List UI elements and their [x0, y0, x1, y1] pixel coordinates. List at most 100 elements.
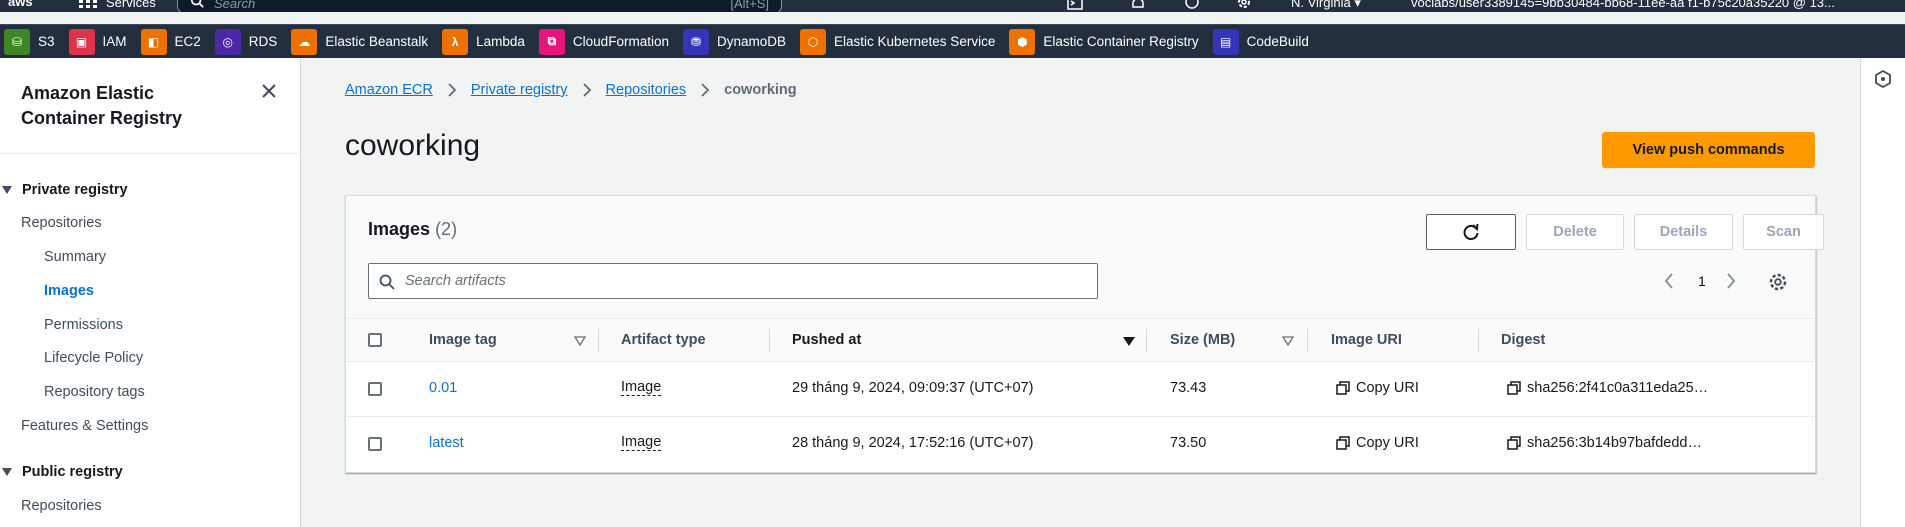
favorite-label: IAM — [102, 34, 127, 49]
region-selector[interactable]: N. Virginia ▾ — [1291, 0, 1361, 11]
favorite-label: CodeBuild — [1246, 34, 1309, 49]
cloudshell-icon[interactable] — [1067, 0, 1083, 10]
info-hexagon-icon[interactable] — [1874, 70, 1892, 88]
search-placeholder: Search — [214, 0, 256, 11]
search-artifacts-input[interactable] — [405, 264, 1085, 298]
account-menu[interactable]: voclabs/user3389145=9bb30484-bb68-11ee-a… — [1411, 0, 1835, 10]
notifications-icon[interactable] — [1130, 0, 1146, 10]
global-search-input[interactable]: Search [Alt+S] — [177, 0, 782, 12]
copy-uri-button[interactable]: Copy URI — [1336, 380, 1419, 396]
image-size: 73.50 — [1170, 435, 1207, 451]
row-checkbox[interactable] — [368, 382, 382, 396]
favorite-label: Elastic Container Registry — [1043, 34, 1199, 49]
scan-button[interactable]: Scan — [1743, 214, 1824, 250]
select-all-checkbox[interactable] — [368, 333, 382, 347]
images-count: (2) — [435, 219, 458, 239]
refresh-button[interactable] — [1426, 214, 1516, 250]
column-digest: Digest — [1501, 332, 1546, 348]
favorite-label: EC2 — [174, 34, 201, 49]
sort-icon[interactable] — [574, 335, 586, 347]
column-image-uri: Image URI — [1331, 332, 1402, 348]
lambda-icon: λ — [442, 28, 469, 55]
breadcrumb-amazon-ecr[interactable]: Amazon ECR — [345, 82, 433, 98]
favorite-dynamodb[interactable]: ⛃ DynamoDB — [682, 28, 786, 55]
section-private-registry[interactable]: Private registry — [0, 182, 128, 198]
services-menu[interactable]: Services — [106, 0, 156, 10]
refresh-icon — [1463, 223, 1479, 240]
page-number[interactable]: 1 — [1698, 273, 1706, 289]
breadcrumb-repositories[interactable]: Repositories — [606, 82, 687, 98]
cloudformation-icon: ⧉ — [538, 28, 565, 55]
ecr-icon: ⬢ — [1009, 28, 1036, 55]
column-pushed-at[interactable]: Pushed at — [792, 332, 861, 348]
caret-down-icon — [2, 186, 12, 194]
table-row[interactable]: latest Image 28 tháng 9, 2024, 17:52:16 … — [346, 417, 1815, 472]
copy-uri-label: Copy URI — [1356, 380, 1419, 396]
copy-digest-button[interactable]: sha256:2f41c0a311eda25… — [1507, 380, 1708, 396]
favorite-elastic-kubernetes-service[interactable]: ⬡ Elastic Kubernetes Service — [800, 28, 996, 55]
sidebar-item-repository-tags[interactable]: Repository tags — [44, 384, 145, 400]
image-size: 73.43 — [1170, 380, 1207, 396]
sort-icon[interactable] — [1282, 335, 1294, 347]
table-header-row: Image tag Artifact type Pushed at Size (… — [346, 318, 1815, 362]
favorite-elastic-container-registry[interactable]: ⬢ Elastic Container Registry — [1009, 28, 1199, 55]
image-tag-link[interactable]: latest — [429, 435, 464, 451]
favorite-label: S3 — [38, 34, 55, 49]
favorite-s3[interactable]: ⛁ S3 — [4, 28, 55, 55]
sidebar-item-public-repositories[interactable]: Repositories — [21, 498, 102, 514]
sidebar-item-summary[interactable]: Summary — [44, 249, 106, 265]
copy-digest-button[interactable]: sha256:3b14b97bafdedd… — [1507, 435, 1702, 451]
favorite-iam[interactable]: ▣ IAM — [68, 28, 127, 55]
tools-panel — [1860, 58, 1905, 527]
images-heading: Images (2) — [368, 219, 457, 240]
caret-down-icon — [2, 468, 12, 476]
favorite-elastic-beanstalk[interactable]: ☁ Elastic Beanstalk — [291, 28, 428, 55]
services-grid-icon[interactable] — [79, 0, 97, 8]
favorite-lambda[interactable]: λ Lambda — [442, 28, 525, 55]
close-icon[interactable] — [258, 80, 280, 102]
sidebar-item-images[interactable]: Images — [44, 283, 94, 299]
column-image-tag[interactable]: Image tag — [429, 332, 497, 348]
ec2-icon: ◧ — [140, 28, 167, 55]
breadcrumb: Amazon ECR Private registry Repositories… — [345, 82, 797, 98]
search-shortcut: [Alt+S] — [730, 0, 769, 11]
favorite-codebuild[interactable]: ▤ CodeBuild — [1212, 28, 1309, 55]
details-button[interactable]: Details — [1634, 214, 1733, 250]
aws-logo[interactable]: aws — [8, 0, 33, 9]
row-checkbox[interactable] — [368, 437, 382, 451]
sort-descending-icon[interactable] — [1123, 335, 1135, 347]
help-icon[interactable] — [1184, 0, 1200, 10]
favorite-ec2[interactable]: ◧ EC2 — [140, 28, 201, 55]
beanstalk-icon: ☁ — [291, 28, 318, 55]
column-artifact-type: Artifact type — [621, 332, 706, 348]
favorite-rds[interactable]: ◎ RDS — [214, 28, 277, 55]
view-push-commands-button[interactable]: View push commands — [1602, 132, 1815, 168]
sidenav-title: Amazon Elastic Container Registry — [21, 83, 183, 128]
copy-icon — [1336, 381, 1350, 395]
sidebar-item-permissions[interactable]: Permissions — [44, 317, 123, 333]
sidebar-item-lifecycle-policy[interactable]: Lifecycle Policy — [44, 350, 143, 366]
settings-icon[interactable] — [1236, 0, 1252, 10]
sidebar-item-repositories[interactable]: Repositories — [21, 215, 102, 231]
artifact-type[interactable]: Image — [621, 435, 662, 451]
delete-button[interactable]: Delete — [1526, 214, 1624, 250]
copy-uri-button[interactable]: Copy URI — [1336, 435, 1419, 451]
favorite-label: Elastic Kubernetes Service — [834, 34, 996, 49]
favorite-label: DynamoDB — [716, 34, 786, 49]
digest-value: sha256:3b14b97bafdedd… — [1527, 435, 1702, 451]
artifact-type[interactable]: Image — [621, 380, 662, 396]
breadcrumb-private-registry[interactable]: Private registry — [471, 82, 568, 98]
table-preferences-gear-icon[interactable] — [1768, 272, 1788, 292]
search-artifacts-field[interactable] — [368, 263, 1098, 299]
previous-page-icon[interactable] — [1663, 272, 1675, 290]
sidebar-item-features-settings[interactable]: Features & Settings — [21, 418, 148, 434]
search-icon — [190, 0, 204, 8]
favorite-cloudformation[interactable]: ⧉ CloudFormation — [538, 28, 669, 55]
column-size[interactable]: Size (MB) — [1170, 332, 1235, 348]
copy-icon — [1507, 436, 1521, 450]
iam-icon: ▣ — [68, 28, 95, 55]
section-public-registry[interactable]: Public registry — [0, 464, 123, 480]
image-tag-link[interactable]: 0.01 — [429, 380, 457, 396]
next-page-icon[interactable] — [1725, 272, 1737, 290]
table-row[interactable]: 0.01 Image 29 tháng 9, 2024, 09:09:37 (U… — [346, 362, 1815, 417]
